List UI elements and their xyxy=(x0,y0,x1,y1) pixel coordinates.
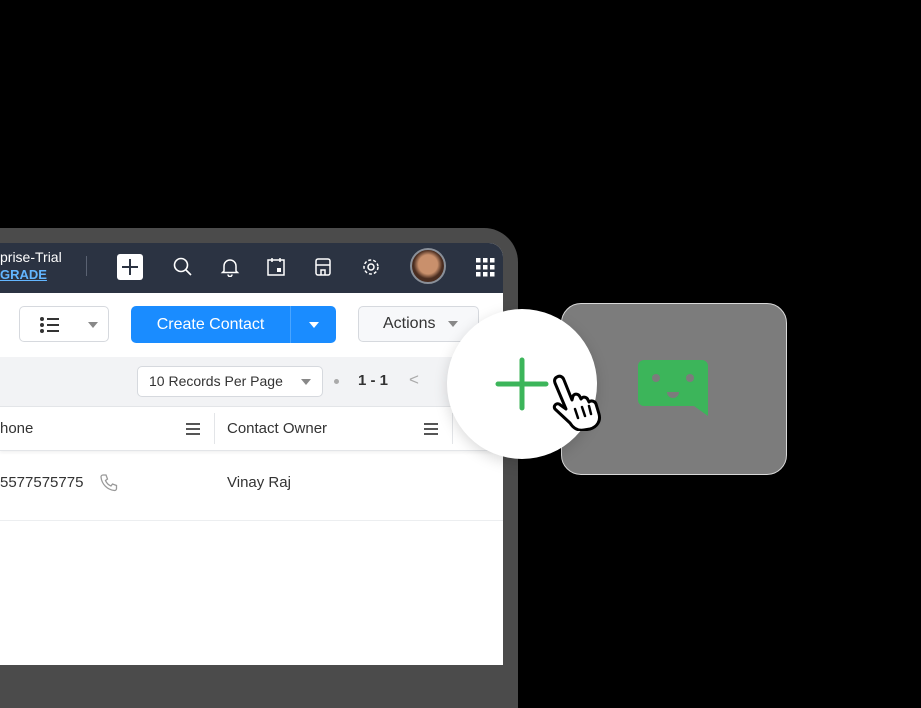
owner-cell: Vinay Raj xyxy=(227,474,291,491)
separator-dot xyxy=(334,379,339,384)
actions-button[interactable]: Actions xyxy=(358,306,479,342)
phone-cell[interactable]: 5577575775 xyxy=(0,474,83,491)
app-grid-icon[interactable] xyxy=(472,254,498,280)
bell-icon[interactable] xyxy=(217,254,243,280)
records-per-page-select[interactable]: 10 Records Per Page xyxy=(137,366,323,397)
chevron-down-icon xyxy=(308,321,319,328)
plus-icon[interactable] xyxy=(117,254,143,280)
calendar-icon[interactable] xyxy=(263,254,289,280)
upgrade-link[interactable]: GRADE xyxy=(0,267,47,282)
plus-icon xyxy=(495,357,549,411)
record-range: 1 - 1 xyxy=(358,372,389,389)
top-navbar: prise-Trial GRADE xyxy=(0,243,503,293)
actions-label: Actions xyxy=(383,315,436,332)
table-row[interactable]: 5577575775 Vinay Raj xyxy=(0,451,503,521)
create-options-dropdown[interactable] xyxy=(291,306,336,343)
search-icon[interactable] xyxy=(170,254,196,280)
view-switcher[interactable] xyxy=(19,306,109,342)
add-widget-button[interactable] xyxy=(447,309,601,459)
column-header-contact-owner[interactable]: Contact Owner xyxy=(227,407,327,450)
list-view-icon xyxy=(40,317,59,333)
column-menu-icon[interactable] xyxy=(424,423,438,438)
table-header: hone Contact Owner xyxy=(0,407,503,451)
column-divider[interactable] xyxy=(214,413,215,444)
phone-icon[interactable] xyxy=(99,473,119,493)
divider xyxy=(86,256,87,276)
toolbar: Create Contact Actions xyxy=(0,293,503,357)
create-contact-button-group: Create Contact xyxy=(131,306,336,343)
column-divider[interactable] xyxy=(452,413,453,444)
column-menu-icon[interactable] xyxy=(186,423,200,438)
org-info: prise-Trial GRADE xyxy=(0,249,62,283)
chevron-down-icon xyxy=(301,379,311,385)
hand-pointer-icon xyxy=(552,374,601,431)
gear-icon[interactable] xyxy=(358,254,384,280)
chevron-down-icon xyxy=(447,320,458,327)
per-page-value: 10 Records Per Page xyxy=(149,373,283,389)
pagination-bar: 10 Records Per Page 1 - 1 < xyxy=(0,357,503,407)
marketplace-icon[interactable] xyxy=(310,254,336,280)
crm-screen: prise-Trial GRADE Create Contact Actions… xyxy=(0,243,503,665)
create-contact-button[interactable]: Create Contact xyxy=(131,306,290,343)
chat-bot-icon xyxy=(638,360,708,416)
avatar[interactable] xyxy=(410,248,446,284)
org-name: prise-Trial xyxy=(0,249,62,265)
prev-page-button[interactable]: < xyxy=(409,370,419,390)
column-header-phone[interactable]: hone xyxy=(0,407,33,450)
chevron-down-icon xyxy=(88,322,98,328)
